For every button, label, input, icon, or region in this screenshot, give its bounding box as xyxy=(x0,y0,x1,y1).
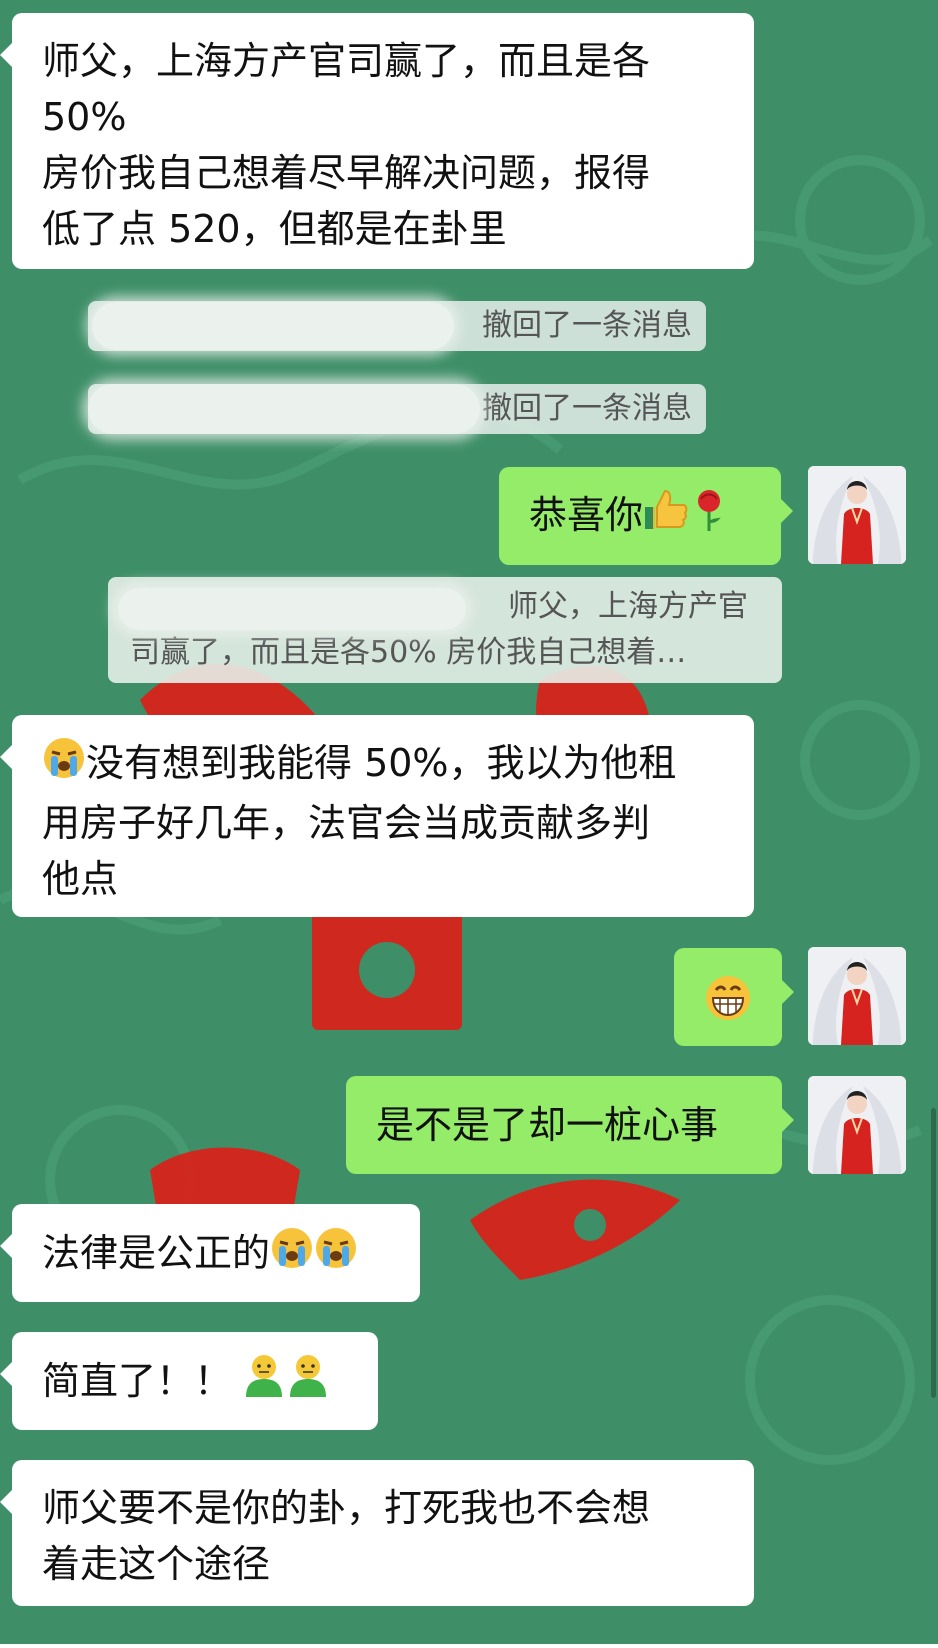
scrollbar[interactable] xyxy=(931,1108,936,1398)
recall-text: 撤回了一条消息 xyxy=(482,391,692,426)
blurred-name xyxy=(88,384,480,434)
message-line: 50% xyxy=(42,95,127,139)
message-text: 没有想到我能得 50%，我以为他租 xyxy=(86,741,677,785)
incoming-message-bubble[interactable]: 师父，上海方产官司赢了，而且是各 50% 房价我自己想着尽早解决问题，报得 低了… xyxy=(0,13,754,269)
quote-line: 司赢了，而且是各50% 房价我自己想着… xyxy=(130,635,687,670)
outgoing-message-bubble[interactable] xyxy=(674,948,794,1046)
message-line: 着走这个途径 xyxy=(42,1542,271,1586)
avatar[interactable] xyxy=(808,466,906,564)
incoming-message-bubble[interactable]: 师父要不是你的卦，打死我也不会想 着走这个途径 xyxy=(0,1460,754,1606)
recall-text: 撤回了一条消息 xyxy=(482,308,692,343)
crying-face-icon xyxy=(314,1226,358,1285)
message-line: 师父，上海方产官司赢了，而且是各 xyxy=(42,39,651,83)
blurred-name xyxy=(118,588,466,630)
crying-face-icon xyxy=(42,736,86,795)
crying-face-icon xyxy=(270,1226,314,1285)
message-line: 师父要不是你的卦，打死我也不会想 xyxy=(42,1486,651,1530)
message-line: 低了点 520，但都是在卦里 xyxy=(42,207,507,251)
message-text: 简直了！！ xyxy=(42,1359,233,1403)
rose-icon xyxy=(689,487,729,548)
incoming-message-bubble[interactable]: 简直了！！ xyxy=(0,1332,378,1430)
green-figure-icon xyxy=(286,1353,330,1414)
message-line: 用房子好几年，法官会当成贡献多判 xyxy=(42,801,651,845)
green-figure-icon xyxy=(242,1353,286,1414)
outgoing-message-bubble[interactable]: 恭喜你 xyxy=(499,467,793,565)
message-line: 他点 xyxy=(42,857,119,901)
grinning-face-icon xyxy=(704,974,752,1037)
quote-line: 师父，上海方产官 xyxy=(508,589,748,624)
incoming-message-bubble[interactable]: 法律是公正的 xyxy=(0,1204,420,1302)
message-line: 没有想到我能得 50%，我以为他租 xyxy=(42,735,724,795)
message-line: 房价我自己想着尽早解决问题，报得 xyxy=(42,151,651,195)
incoming-message-bubble[interactable]: 没有想到我能得 50%，我以为他租 用房子好几年，法官会当成贡献多判 他点 xyxy=(0,715,754,917)
thumbs-up-icon xyxy=(643,487,689,548)
outgoing-message-bubble[interactable]: 是不是了却一桩心事 xyxy=(346,1076,794,1174)
message-text: 法律是公正的 xyxy=(42,1231,271,1275)
avatar[interactable] xyxy=(808,947,906,1045)
blurred-name xyxy=(92,302,454,350)
message-text: 恭喜你 xyxy=(529,493,644,537)
message-text: 是不是了却一桩心事 xyxy=(376,1103,719,1147)
avatar[interactable] xyxy=(808,1076,906,1174)
